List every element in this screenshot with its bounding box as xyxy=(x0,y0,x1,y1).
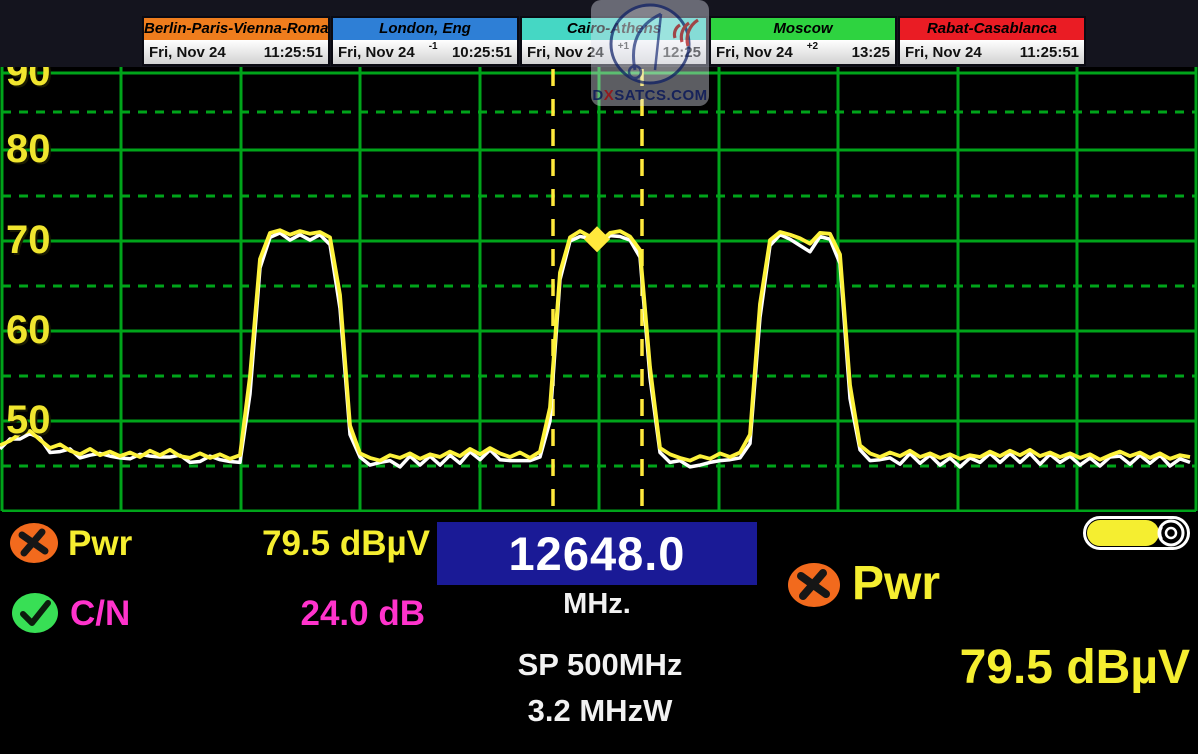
y-tick-label: 60 xyxy=(6,310,51,350)
spectrum-analyzer-screen: 9080706050 Berlin-Paris-Vienna-RomaFri, … xyxy=(0,0,1198,754)
watermark-text: DXSATCS.COM xyxy=(591,87,709,104)
y-tick-label: 80 xyxy=(6,129,51,169)
cn-label: C/N xyxy=(70,594,130,634)
clock-date: Fri, Nov 24 xyxy=(338,44,415,61)
y-tick-label: 50 xyxy=(6,400,51,440)
y-tick-label: 70 xyxy=(6,220,51,260)
readout-panel: Pwr 79.5 dBµV C/N 24.0 dB 12648.0 MHz. S… xyxy=(0,512,1198,754)
clock-time: 10:25:51 xyxy=(452,44,512,61)
frequency-display[interactable]: 12648.0 xyxy=(437,522,757,585)
bandwidth-setting: 3.2 MHzW xyxy=(400,693,800,729)
clock-utc-offset: +2 xyxy=(807,40,818,54)
clock-date: Fri, Nov 24 xyxy=(905,44,982,61)
clock-time: 11:25:51 xyxy=(264,44,323,61)
pwr-value: 79.5 dBµV xyxy=(190,524,430,564)
clock-time: 11:25:51 xyxy=(1020,44,1079,61)
clock-city-name: Berlin-Paris-Vienna-Roma xyxy=(144,18,328,40)
clock-date: Fri, Nov 24 xyxy=(716,44,793,61)
pwr-cross-icon xyxy=(9,522,59,564)
trace-toggle-switch[interactable] xyxy=(1083,516,1190,550)
clock-time-row: Fri, Nov 24 11:25:51 xyxy=(900,40,1084,64)
satellite-dish-icon xyxy=(591,0,709,86)
clock-utc-offset: -1 xyxy=(429,40,438,54)
clock-column-2: London, Eng Fri, Nov 24 -1 10:25:51 xyxy=(331,16,519,66)
big-pwr-cross-icon xyxy=(787,562,841,608)
clock-time-row: Fri, Nov 24 +2 13:25 xyxy=(711,40,895,64)
span-setting: SP 500MHz xyxy=(400,647,800,683)
clock-column-1: Berlin-Paris-Vienna-Roma Fri, Nov 24 11:25… xyxy=(142,16,330,66)
clock-city-name: Moscow xyxy=(711,18,895,40)
frequency-value: 12648.0 xyxy=(509,526,686,581)
clock-time: 13:25 xyxy=(852,44,890,61)
clock-column-4: Moscow Fri, Nov 24 +2 13:25 xyxy=(709,16,897,66)
clock-city-name: Rabat-Casablanca xyxy=(900,18,1084,40)
dxsatcs-watermark: DXSATCS.COM xyxy=(591,0,709,106)
clock-time-row: Fri, Nov 24 -1 10:25:51 xyxy=(333,40,517,64)
clock-city-name: London, Eng xyxy=(333,18,517,40)
trace-layer xyxy=(0,230,1190,467)
clock-date: Fri, Nov 24 xyxy=(149,44,226,61)
clock-time-row: Fri, Nov 24 11:25:51 xyxy=(144,40,328,64)
big-pwr-label: Pwr xyxy=(852,556,940,611)
pwr-label: Pwr xyxy=(68,524,132,564)
cn-value: 24.0 dB xyxy=(190,594,425,634)
big-pwr-value: 79.5 dBµV xyxy=(770,640,1190,695)
clock-column-5: Rabat-Casablanca Fri, Nov 24 11:25:51 xyxy=(898,16,1086,66)
marker-diamond-icon xyxy=(584,226,610,252)
frequency-unit: MHz. xyxy=(437,588,757,621)
cn-check-icon xyxy=(11,592,59,634)
grid-lines xyxy=(2,67,1196,511)
